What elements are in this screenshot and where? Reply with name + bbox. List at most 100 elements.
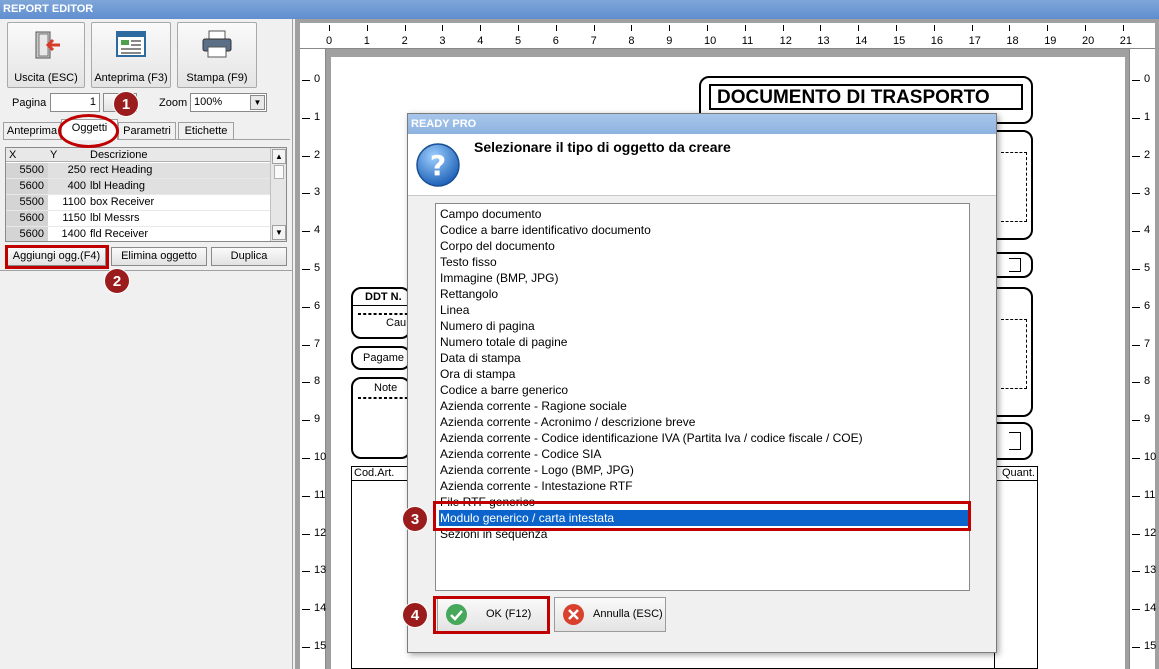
- dialog-title: READY PRO: [408, 114, 996, 134]
- list-item[interactable]: Azienda corrente - Logo (BMP, JPG): [439, 462, 968, 478]
- duplicate-object-button[interactable]: Duplica: [211, 247, 287, 266]
- ruler-label: 5: [515, 35, 522, 47]
- list-item[interactable]: Corpo del documento: [439, 238, 968, 254]
- ruler-label: 16: [930, 35, 944, 47]
- list-item[interactable]: Azienda corrente - Codice SIA: [439, 446, 968, 462]
- ruler-label: 12: [1144, 526, 1157, 539]
- highlight-selected-item: [433, 501, 971, 531]
- list-item[interactable]: Codice a barre identificativo documento: [439, 222, 968, 238]
- ruler-label: 7: [314, 337, 321, 350]
- cod-art-header: Cod.Art.: [354, 467, 395, 479]
- cancel-button-label: Annulla (ESC): [593, 608, 663, 620]
- ruler-label: 4: [314, 224, 321, 237]
- ruler-label: 2: [314, 148, 321, 161]
- create-object-dialog: READY PRO ? Selezionare il tipo di ogget…: [407, 113, 997, 653]
- ruler-label: 11: [1144, 488, 1156, 501]
- cell-x: 5600: [6, 227, 48, 241]
- ruler-label: 8: [1144, 375, 1151, 388]
- objects-table: X Y Descrizione 5500 250 rect Heading 56…: [5, 147, 287, 242]
- table-row[interactable]: 5600 1400 fld Receiver: [6, 227, 270, 241]
- ruler-label: 6: [1144, 299, 1151, 312]
- tab-parametri[interactable]: Parametri: [118, 122, 176, 140]
- table-row[interactable]: 5500 250 rect Heading: [6, 163, 270, 179]
- print-button[interactable]: Stampa (F9): [177, 22, 257, 88]
- pagamento-box[interactable]: Pagame: [351, 346, 411, 370]
- ruler-label: 18: [1006, 35, 1019, 47]
- quant-header: Quant.: [1001, 467, 1035, 479]
- tab-etichette[interactable]: Etichette: [178, 122, 234, 140]
- ruler-label: 10: [704, 35, 717, 47]
- ruler-label: 13: [817, 35, 830, 47]
- ruler-label: 0: [326, 35, 333, 47]
- left-ruler: 012345678910111213141516: [300, 49, 326, 669]
- note-box[interactable]: Note: [351, 377, 413, 459]
- list-item[interactable]: Campo documento: [439, 206, 968, 222]
- column-x: X: [9, 149, 17, 161]
- highlight-add-object: [5, 245, 109, 269]
- list-item[interactable]: Rettangolo: [439, 286, 968, 302]
- scroll-down-icon[interactable]: ▼: [272, 225, 286, 240]
- list-item[interactable]: Azienda corrente - Ragione sociale: [439, 398, 968, 414]
- list-item[interactable]: Azienda corrente - Acronimo / descrizion…: [439, 414, 968, 430]
- page-input[interactable]: 1: [50, 93, 100, 112]
- list-item[interactable]: Azienda corrente - Codice identificazion…: [439, 430, 968, 446]
- object-type-list[interactable]: Campo documento Codice a barre identifica…: [435, 203, 970, 591]
- ruler-label: 2: [401, 35, 408, 47]
- exit-button[interactable]: Uscita (ESC): [7, 22, 85, 88]
- callout-2: 2: [104, 268, 130, 294]
- list-item[interactable]: Testo fisso: [439, 254, 968, 270]
- chevron-down-icon: ▼: [250, 95, 265, 110]
- cancel-button[interactable]: Annulla (ESC): [554, 597, 666, 632]
- cell-descrizione: lbl Heading: [90, 180, 146, 192]
- list-item[interactable]: Numero di pagina: [439, 318, 968, 334]
- zoom-value: 100%: [194, 96, 223, 108]
- table-scrollbar[interactable]: ▲ ▼: [270, 148, 286, 241]
- ruler-label: 17: [968, 35, 981, 47]
- ruler-label: 8: [314, 375, 321, 388]
- ruler-label: 2: [1144, 148, 1151, 161]
- list-item[interactable]: Data di stampa: [439, 350, 968, 366]
- zoom-label: Zoom: [159, 97, 188, 109]
- ruler-label: 6: [314, 299, 321, 312]
- exit-button-label: Uscita (ESC): [14, 72, 78, 84]
- table-row[interactable]: 5600 400 lbl Heading: [6, 179, 270, 195]
- ruler-label: 21: [1119, 35, 1133, 47]
- ruler-label: 1: [1144, 110, 1151, 123]
- table-row[interactable]: 5500 1100 box Receiver: [6, 195, 270, 211]
- ruler-label: 14: [855, 35, 868, 47]
- list-item[interactable]: Immagine (BMP, JPG): [439, 270, 968, 286]
- scroll-up-icon[interactable]: ▲: [272, 149, 286, 164]
- list-item[interactable]: Codice a barre generico: [439, 382, 968, 398]
- column-y: Y: [50, 149, 58, 161]
- ruler-label: 15: [1144, 640, 1157, 652]
- ruler-label: 11: [314, 488, 326, 501]
- page-label: Pagina: [12, 97, 47, 109]
- window-title: REPORT EDITOR: [0, 0, 1159, 19]
- table-row[interactable]: 5600 1150 lbl Messrs: [6, 211, 270, 227]
- ddt-label: DDT N.: [365, 291, 402, 303]
- callout-4: 4: [402, 602, 428, 628]
- zoom-select[interactable]: 100% ▼: [190, 93, 267, 112]
- pagamento-label: Pagame: [363, 352, 404, 364]
- ruler-label: 3: [1144, 186, 1151, 199]
- report-editor-window: REPORT EDITOR Uscita (ESC) Anteprima (F3…: [0, 0, 1159, 669]
- ruler-label: 20: [1082, 35, 1095, 47]
- ruler-label: 7: [1144, 337, 1151, 350]
- ruler-label: 0: [314, 73, 321, 85]
- ruler-label: 12: [779, 35, 792, 47]
- tab-anteprima[interactable]: Anteprima: [3, 122, 61, 140]
- cell-y: 250: [67, 164, 86, 176]
- close-icon: [563, 604, 584, 625]
- preview-window-icon: [116, 31, 146, 57]
- scroll-thumb[interactable]: [274, 165, 284, 179]
- ddt-box[interactable]: DDT N. Cau: [351, 287, 413, 339]
- preview-button[interactable]: Anteprima (F3): [91, 22, 171, 88]
- list-item[interactable]: Numero totale di pagine: [439, 334, 968, 350]
- list-item[interactable]: Azienda corrente - Intestazione RTF: [439, 478, 968, 494]
- ruler-label: 10: [314, 451, 327, 463]
- list-item[interactable]: Linea: [439, 302, 968, 318]
- ruler-label: 9: [1144, 413, 1151, 426]
- ruler-label: 11: [741, 35, 754, 47]
- list-item[interactable]: Ora di stampa: [439, 366, 968, 382]
- delete-object-button[interactable]: Elimina oggetto: [111, 247, 207, 266]
